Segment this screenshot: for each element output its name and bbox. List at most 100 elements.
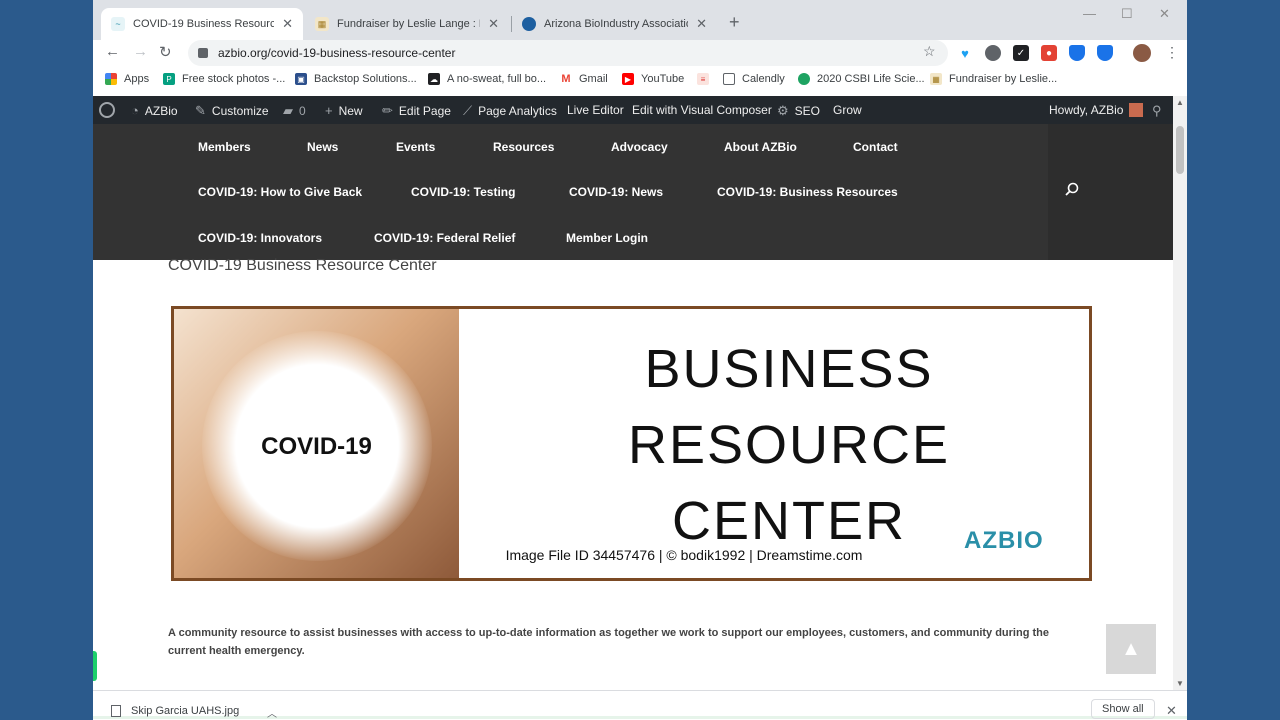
nav-item-members[interactable]: Members — [198, 140, 251, 154]
bookmark-free-stock-photos[interactable]: P Free stock photos -... — [163, 73, 285, 85]
tab-title: COVID-19 Business Resource Ce — [133, 18, 275, 30]
plus-icon: + — [325, 103, 333, 118]
maximize-icon[interactable]: ☐ — [1121, 6, 1133, 22]
nav-item-about[interactable]: About AZBio — [724, 140, 797, 154]
admin-grow-label: Grow — [833, 103, 862, 117]
apps-grid-icon — [105, 73, 117, 85]
forward-arrow-icon[interactable]: → — [133, 43, 148, 60]
tab-strip: ~ COVID-19 Business Resource Ce ✕ ▦ Fund… — [93, 0, 1187, 40]
admin-edit-page-link[interactable]: ✏ Edit Page — [382, 103, 451, 119]
banner-title: BUSINESS RESOURCE CENTER — [614, 331, 964, 559]
nav-item-events[interactable]: Events — [396, 140, 435, 154]
chevron-up-icon[interactable]: ︿ — [267, 705, 277, 720]
new-tab-button[interactable]: + — [729, 12, 740, 33]
nav-item-covid-business[interactable]: COVID-19: Business Resources — [717, 185, 898, 199]
admin-howdy-account[interactable]: Howdy, AZBio — [1049, 103, 1144, 117]
gofundme-favicon-icon: ▦ — [930, 73, 942, 85]
nav-item-resources[interactable]: Resources — [493, 140, 554, 154]
back-arrow-icon[interactable]: ← — [105, 43, 120, 60]
bookmark-backstop[interactable]: ▣ Backstop Solutions... — [295, 73, 417, 85]
nav-item-covid-news[interactable]: COVID-19: News — [569, 185, 663, 199]
scrollbar-thumb[interactable] — [1176, 126, 1184, 174]
search-icon[interactable] — [1065, 182, 1079, 196]
nav-item-covid-testing[interactable]: COVID-19: Testing — [411, 185, 515, 199]
tab-fundraiser[interactable]: ▦ Fundraiser by Leslie Lange : Help ✕ — [305, 8, 509, 40]
admin-visual-composer-link[interactable]: Edit with Visual Composer — [632, 103, 772, 117]
cloud-icon: ☁ — [428, 73, 440, 85]
pencil-icon: ✏ — [382, 103, 393, 118]
vpn-shield-extension-icon[interactable] — [1097, 45, 1113, 61]
bookmark-red-favicon[interactable]: ≡ — [697, 73, 716, 85]
scroll-to-top-button[interactable]: ▲ — [1106, 624, 1156, 674]
close-icon[interactable]: ✕ — [1166, 703, 1177, 719]
bookmark-label: Calendly — [742, 73, 785, 85]
comment-bubble-icon: ▰ — [283, 103, 293, 118]
azbio-logo: AZBIO — [964, 527, 1044, 555]
lock-icon — [198, 48, 208, 58]
nav-item-covid-give-back[interactable]: COVID-19: How to Give Back — [198, 185, 362, 199]
extension-circle-icon[interactable] — [985, 45, 1001, 61]
close-icon[interactable]: ✕ — [696, 16, 707, 32]
address-bar[interactable]: azbio.org/covid-19-business-resource-cen… — [188, 40, 948, 66]
bookmark-youtube[interactable]: ▶ YouTube — [622, 73, 684, 85]
gear-icon: ⚙ — [777, 103, 789, 118]
admin-site-link[interactable]: ◔ AZBio — [131, 103, 178, 118]
menu-kebab-icon[interactable]: ⋮ — [1165, 44, 1179, 61]
admin-seo-link[interactable]: ⚙ SEO — [777, 103, 820, 119]
admin-seo-label: SEO — [794, 104, 820, 118]
show-all-button[interactable]: Show all — [1091, 699, 1155, 719]
admin-grow-link[interactable]: Grow — [833, 103, 862, 117]
reload-icon[interactable]: ↻ — [159, 43, 172, 61]
download-item[interactable]: Skip Garcia UAHS.jpg — [111, 705, 239, 717]
admin-customize-link[interactable]: ✎ Customize — [195, 103, 269, 119]
tab-title: Arizona BioIndustry Association — [544, 18, 689, 30]
feedback-tab[interactable] — [93, 651, 97, 681]
close-icon[interactable]: ✕ — [488, 16, 499, 32]
admin-search-button[interactable]: ⚲ — [1152, 103, 1168, 119]
bookmark-apps[interactable]: Apps — [105, 73, 149, 85]
scroll-down-icon[interactable]: ▼ — [1176, 679, 1184, 688]
shield-extension-icon[interactable] — [1069, 45, 1085, 61]
bookmark-no-sweat[interactable]: ☁ A no-sweat, full bo... — [428, 73, 546, 85]
bookmark-fundraiser[interactable]: ▦ Fundraiser by Leslie... — [930, 73, 1057, 85]
banner-image-credit: Image File ID 34457476 | © bodik1992 | D… — [505, 547, 863, 563]
bookmark-label: Free stock photos -... — [182, 73, 286, 85]
bookmark-csbi[interactable]: 2020 CSBI Life Scie... — [798, 73, 925, 85]
bookmark-label: Backstop Solutions... — [314, 73, 417, 85]
tab-covid-business[interactable]: ~ COVID-19 Business Resource Ce ✕ — [101, 8, 303, 40]
nav-item-member-login[interactable]: Member Login — [566, 231, 648, 245]
nav-item-advocacy[interactable]: Advocacy — [611, 140, 668, 154]
backstop-icon: ▣ — [295, 73, 307, 85]
admin-edit-page-label: Edit Page — [398, 104, 451, 118]
nav-item-covid-innovators[interactable]: COVID-19: Innovators — [198, 231, 322, 245]
bookmark-star-icon[interactable]: ☆ — [923, 43, 936, 60]
gofundme-favicon-icon: ▦ — [315, 17, 329, 31]
tab-title: Fundraiser by Leslie Lange : Help — [337, 18, 480, 30]
admin-new-link[interactable]: + New — [325, 103, 363, 118]
browser-toolbar: ← → ↻ azbio.org/covid-19-business-resour… — [93, 40, 1187, 66]
close-icon[interactable]: ✕ — [282, 16, 293, 32]
search-icon: ⚲ — [1152, 103, 1162, 118]
admin-comments-link[interactable]: ▰ 0 — [283, 103, 306, 119]
extension-badge-icon[interactable]: ● — [1041, 45, 1057, 61]
admin-page-analytics-link[interactable]: ⟋ Page Analytics — [463, 103, 557, 119]
page-scrollbar[interactable]: ▲ ▼ — [1173, 96, 1187, 690]
bookmark-gmail[interactable]: M Gmail — [560, 73, 608, 85]
twitter-extension-icon[interactable]: ♥ — [957, 45, 973, 61]
bookmark-calendly[interactable]: Calendly — [723, 73, 785, 85]
url-text: azbio.org/covid-19-business-resource-cen… — [218, 46, 456, 60]
admin-live-editor-link[interactable]: Live Editor — [567, 103, 624, 117]
nav-item-news[interactable]: News — [307, 140, 338, 154]
minimize-icon[interactable]: — — [1083, 6, 1096, 21]
tab-arizona-bio[interactable]: Arizona BioIndustry Association ✕ — [512, 8, 717, 40]
window-close-icon[interactable]: ✕ — [1159, 6, 1170, 22]
wordpress-logo[interactable] — [99, 102, 115, 118]
scroll-up-icon[interactable]: ▲ — [1176, 98, 1184, 107]
checkbox-extension-icon[interactable]: ✓ — [1013, 45, 1029, 61]
admin-customize-label: Customize — [211, 104, 269, 118]
profile-avatar[interactable] — [1133, 44, 1151, 62]
admin-visual-composer-label: Edit with Visual Composer — [632, 103, 772, 117]
nav-item-covid-federal-relief[interactable]: COVID-19: Federal Relief — [374, 231, 515, 245]
banner-title-line: BUSINESS — [644, 339, 934, 399]
nav-item-contact[interactable]: Contact — [853, 140, 898, 154]
